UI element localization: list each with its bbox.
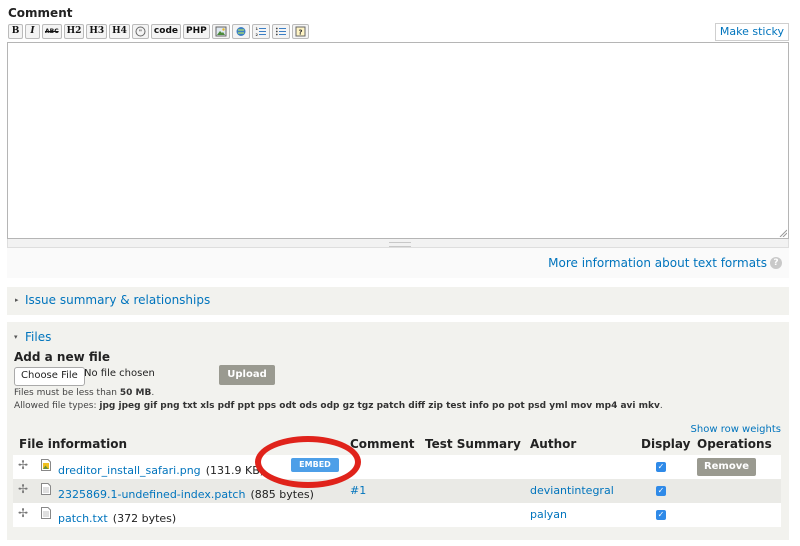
- no-file-chosen-text: No file chosen: [84, 368, 155, 379]
- text-file-icon: [41, 507, 51, 519]
- column-file-information: File information: [19, 437, 128, 451]
- size-limit-suffix: .: [151, 388, 155, 398]
- column-author: Author: [530, 437, 577, 451]
- svg-text:2: 2: [255, 33, 258, 37]
- help-icon[interactable]: ?: [291, 24, 309, 39]
- help-circle-icon[interactable]: ?: [770, 257, 782, 269]
- bullet-list-icon[interactable]: [271, 24, 290, 39]
- php-button[interactable]: PHP: [183, 24, 210, 39]
- upload-button[interactable]: Upload: [219, 365, 275, 385]
- expanded-arrow-icon: ▾: [14, 333, 18, 341]
- grip-handle-icon: [389, 242, 411, 247]
- image-icon[interactable]: [211, 24, 230, 39]
- allowed-types-list: jpg jpeg gif png txt xls pdf ppt pps odt…: [99, 401, 660, 411]
- italic-button[interactable]: I: [25, 24, 40, 39]
- column-comment: Comment: [350, 437, 415, 451]
- allowed-types-prefix: Allowed file types:: [14, 401, 100, 411]
- file-size: (885 bytes): [250, 488, 314, 501]
- annotation-circle: [255, 436, 361, 488]
- file-size-limit: Files must be less than 50 MB.: [14, 388, 154, 398]
- svg-text:?: ?: [298, 28, 302, 36]
- text-file-icon: [41, 483, 51, 495]
- image-file-icon: [41, 459, 51, 471]
- remove-button[interactable]: Remove: [697, 458, 756, 476]
- display-checkbox[interactable]: ✓: [656, 462, 666, 472]
- author-link[interactable]: deviantintegral: [530, 484, 614, 497]
- size-limit-value: 50 MB: [119, 388, 152, 398]
- file-entry: dreditor_install_safari.png (131.9 KB): [58, 459, 264, 478]
- strikethrough-button[interactable]: ABC: [42, 24, 62, 39]
- show-row-weights-link[interactable]: Show row weights: [691, 424, 781, 435]
- allowed-types-suffix: .: [659, 401, 663, 411]
- file-size: (372 bytes): [112, 512, 177, 525]
- comment-number-link[interactable]: #1: [350, 484, 366, 497]
- link-icon[interactable]: [231, 24, 250, 39]
- svg-text:": ": [139, 29, 142, 36]
- drag-handle-icon[interactable]: ✢: [18, 458, 28, 472]
- comment-textarea[interactable]: [7, 42, 789, 239]
- drag-handle-icon[interactable]: ✢: [18, 506, 28, 520]
- h2-button[interactable]: H2: [63, 24, 85, 39]
- file-link[interactable]: dreditor_install_safari.png: [58, 464, 201, 477]
- display-checkbox[interactable]: ✓: [656, 486, 666, 496]
- format-toolbar: B I ABC H2 H3 H4 " code PHP 12 ?: [8, 24, 309, 40]
- comment-label: Comment: [8, 6, 73, 20]
- h3-button[interactable]: H3: [86, 24, 108, 39]
- file-entry: patch.txt (372 bytes): [58, 507, 176, 526]
- file-entry: 2325869.1-undefined-index.patch (885 byt…: [58, 483, 314, 502]
- display-checkbox[interactable]: ✓: [656, 510, 666, 520]
- h4-button[interactable]: H4: [109, 24, 130, 39]
- make-sticky-button[interactable]: Make sticky: [714, 23, 789, 41]
- column-display: Display: [641, 437, 691, 451]
- collapsed-arrow-icon: ▸: [15, 296, 19, 304]
- bold-button[interactable]: B: [8, 24, 23, 39]
- resize-handle-icon[interactable]: [779, 229, 787, 237]
- file-link[interactable]: patch.txt: [58, 512, 108, 525]
- column-operations: Operations: [697, 437, 772, 451]
- file-link[interactable]: 2325869.1-undefined-index.patch: [58, 488, 245, 501]
- choose-file-button[interactable]: Choose File: [14, 367, 85, 386]
- svg-text:1: 1: [255, 27, 258, 31]
- code-button[interactable]: code: [150, 24, 181, 39]
- drag-handle-icon[interactable]: ✢: [18, 482, 28, 496]
- issue-summary-toggle[interactable]: Issue summary & relationships: [25, 293, 210, 307]
- ordered-list-icon[interactable]: 12: [251, 24, 270, 39]
- files-toggle[interactable]: Files: [25, 330, 51, 344]
- add-new-file-heading: Add a new file: [14, 350, 111, 364]
- allowed-file-types: Allowed file types: jpg jpeg gif png txt…: [14, 401, 663, 411]
- column-test-summary: Test Summary: [425, 437, 521, 451]
- quote-icon[interactable]: ": [131, 24, 149, 39]
- size-limit-prefix: Files must be less than: [14, 388, 120, 398]
- more-info-text-formats-link[interactable]: More information about text formats: [548, 256, 767, 270]
- author-link[interactable]: palyan: [530, 508, 567, 521]
